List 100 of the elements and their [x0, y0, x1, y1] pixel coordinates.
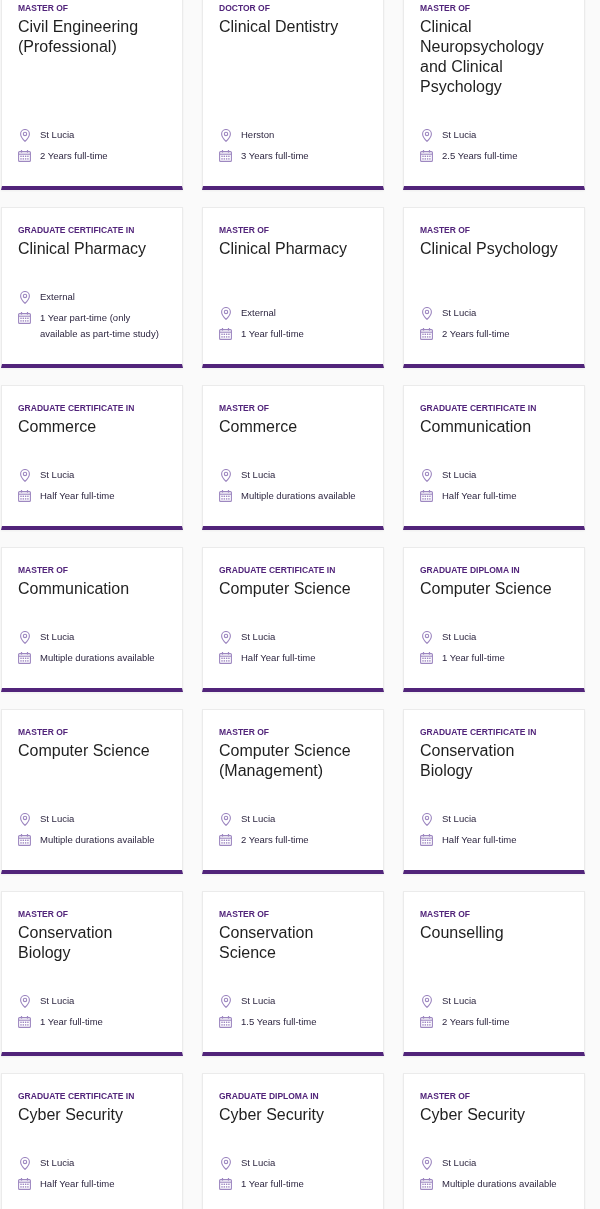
calendar-icon [219, 652, 232, 664]
course-title-link[interactable]: Clinical Pharmacy [219, 239, 363, 259]
course-title-link[interactable]: Cyber Security [18, 1105, 162, 1125]
map-pin-icon [421, 994, 432, 1008]
award-type-label: GRADUATE CERTIFICATE IN [18, 1091, 136, 1101]
calendar-icon [420, 652, 433, 664]
duration-text: Half Year full-time [442, 489, 517, 503]
location-text: St Lucia [442, 468, 477, 482]
duration-text: Half Year full-time [241, 651, 316, 665]
location-text: St Lucia [40, 812, 75, 826]
calendar-icon [420, 490, 433, 502]
award-type-label: MASTER OF [420, 3, 472, 13]
location-text: St Lucia [442, 1156, 477, 1170]
location-text: St Lucia [40, 630, 75, 644]
location-text: St Lucia [40, 128, 75, 142]
location-text: External [40, 290, 75, 304]
award-type-label: MASTER OF [420, 909, 472, 919]
course-title-link[interactable]: Communication [420, 417, 564, 437]
location-text: St Lucia [442, 128, 477, 142]
course-title-link[interactable]: Computer Science [18, 741, 162, 761]
location-text: St Lucia [442, 994, 477, 1008]
location-text: St Lucia [241, 1156, 276, 1170]
calendar-icon [18, 834, 31, 846]
duration-text: 2.5 Years full-time [442, 149, 518, 163]
duration-text: 1 Year full-time [40, 1015, 103, 1029]
calendar-icon [18, 1016, 31, 1028]
award-type-label: GRADUATE DIPLOMA IN [420, 565, 521, 575]
duration-text: 2 Years full-time [241, 833, 309, 847]
map-pin-icon [220, 1156, 231, 1170]
award-type-label: GRADUATE DIPLOMA IN [219, 1091, 320, 1101]
duration-text: 1.5 Years full-time [241, 1015, 317, 1029]
course-title-link[interactable]: Clinical Pharmacy [18, 239, 162, 259]
location-text: St Lucia [241, 468, 276, 482]
course-title-link[interactable]: Counselling [420, 923, 564, 943]
calendar-icon [219, 150, 232, 162]
map-pin-icon [421, 468, 432, 482]
calendar-icon [18, 150, 31, 162]
course-title-link[interactable]: Cyber Security [420, 1105, 564, 1125]
course-title-link[interactable]: Commerce [219, 417, 363, 437]
calendar-icon [420, 1016, 433, 1028]
location-text: St Lucia [241, 630, 276, 644]
map-pin-icon [19, 812, 30, 826]
course-title-link[interactable]: Cyber Security [219, 1105, 363, 1125]
duration-text: Multiple durations available [40, 651, 155, 665]
duration-text: 1 Year part-time (only available as part-time study) [40, 311, 160, 341]
course-title-link[interactable]: Computer Science [219, 579, 363, 599]
calendar-icon [420, 1178, 433, 1190]
location-text: St Lucia [241, 994, 276, 1008]
map-pin-icon [421, 128, 432, 142]
duration-text: Half Year full-time [442, 833, 517, 847]
calendar-icon [18, 312, 31, 324]
award-type-label: MASTER OF [18, 565, 70, 575]
map-pin-icon [19, 468, 30, 482]
location-text: External [241, 306, 276, 320]
course-title-link[interactable]: Conservation Biology [420, 741, 564, 781]
award-type-label: GRADUATE CERTIFICATE IN [420, 403, 538, 413]
award-type-label: MASTER OF [18, 727, 70, 737]
map-pin-icon [421, 306, 432, 320]
award-type-label: GRADUATE CERTIFICATE IN [219, 565, 337, 575]
map-pin-icon [220, 812, 231, 826]
duration-text: Half Year full-time [40, 489, 115, 503]
map-pin-icon [220, 128, 231, 142]
award-type-label: DOCTOR OF [219, 3, 271, 13]
location-text: St Lucia [40, 1156, 75, 1170]
course-title-link[interactable]: Clinical Dentistry [219, 17, 363, 37]
location-text: St Lucia [40, 994, 75, 1008]
award-type-label: MASTER OF [219, 403, 271, 413]
course-title-link[interactable]: Computer Science [420, 579, 564, 599]
map-pin-icon [19, 290, 30, 304]
map-pin-icon [220, 630, 231, 644]
course-title-link[interactable]: Communication [18, 579, 162, 599]
location-text: St Lucia [241, 812, 276, 826]
duration-text: Multiple durations available [241, 489, 356, 503]
duration-text: 2 Years full-time [442, 1015, 510, 1029]
duration-text: 2 Years full-time [40, 149, 108, 163]
course-title-link[interactable]: Civil Engineering (Professional) [18, 17, 162, 57]
award-type-label: GRADUATE CERTIFICATE IN [420, 727, 538, 737]
duration-text: Half Year full-time [40, 1177, 115, 1191]
award-type-label: MASTER OF [420, 1091, 472, 1101]
course-title-link[interactable]: Conservation Biology [18, 923, 162, 963]
calendar-icon [219, 328, 232, 340]
course-title-link[interactable]: Clinical Neuropsychology and Clinical Psychology [420, 17, 564, 97]
calendar-icon [18, 652, 31, 664]
location-text: St Lucia [442, 812, 477, 826]
map-pin-icon [220, 468, 231, 482]
course-title-link[interactable]: Conservation Science [219, 923, 363, 963]
map-pin-icon [421, 812, 432, 826]
calendar-icon [420, 150, 433, 162]
award-type-label: GRADUATE CERTIFICATE IN [18, 403, 136, 413]
course-title-link[interactable]: Commerce [18, 417, 162, 437]
calendar-icon [420, 834, 433, 846]
duration-text: 2 Years full-time [442, 327, 510, 341]
course-title-link[interactable]: Computer Science (Management) [219, 741, 363, 781]
course-title-link[interactable]: Clinical Psychology [420, 239, 564, 259]
map-pin-icon [421, 1156, 432, 1170]
map-pin-icon [421, 630, 432, 644]
calendar-icon [219, 1016, 232, 1028]
calendar-icon [219, 834, 232, 846]
duration-text: 1 Year full-time [241, 1177, 304, 1191]
map-pin-icon [19, 1156, 30, 1170]
